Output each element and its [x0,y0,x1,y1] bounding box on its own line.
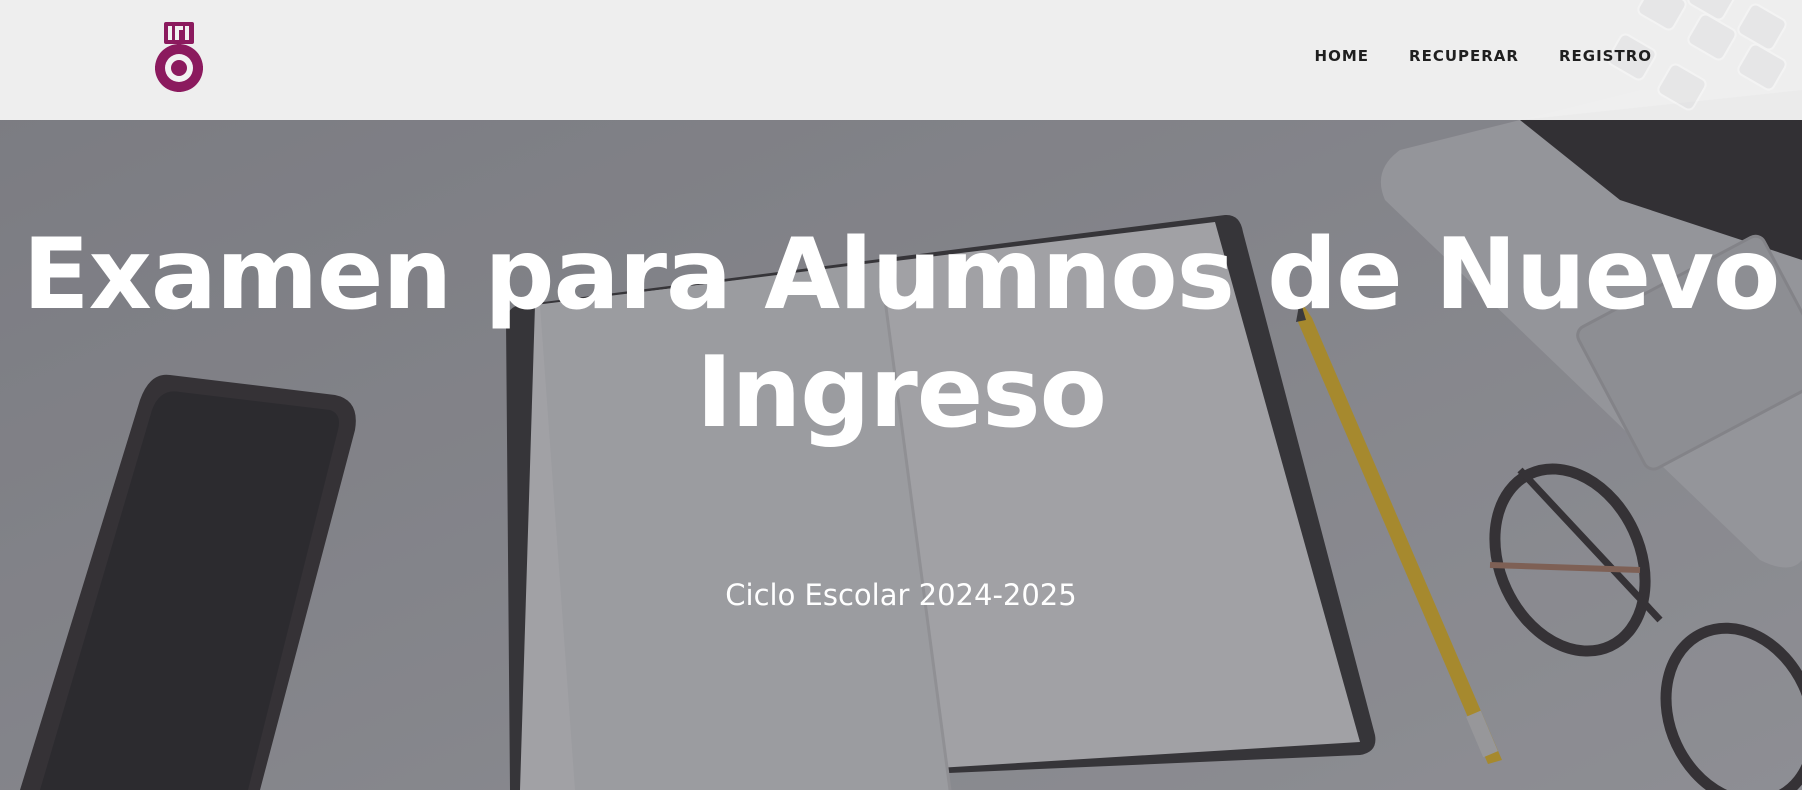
hero-section: Examen para Alumnos de Nuevo Ingreso Cic… [0,120,1802,790]
ipn-logo-icon[interactable] [150,18,208,98]
hero-subtitle: Ciclo Escolar 2024-2025 [725,578,1077,612]
hero-title: Examen para Alumnos de Nuevo Ingreso [22,218,1781,450]
nav-recuperar-link[interactable]: RECUPERAR [1409,47,1519,65]
nav-home-link[interactable]: HOME [1315,47,1369,65]
page: HOME RECUPERAR REGISTRO Examen para Alum… [0,0,1802,790]
main-nav: HOME RECUPERAR REGISTRO [1315,47,1652,65]
site-header: HOME RECUPERAR REGISTRO [0,0,1802,120]
nav-registro-link[interactable]: REGISTRO [1559,47,1652,65]
